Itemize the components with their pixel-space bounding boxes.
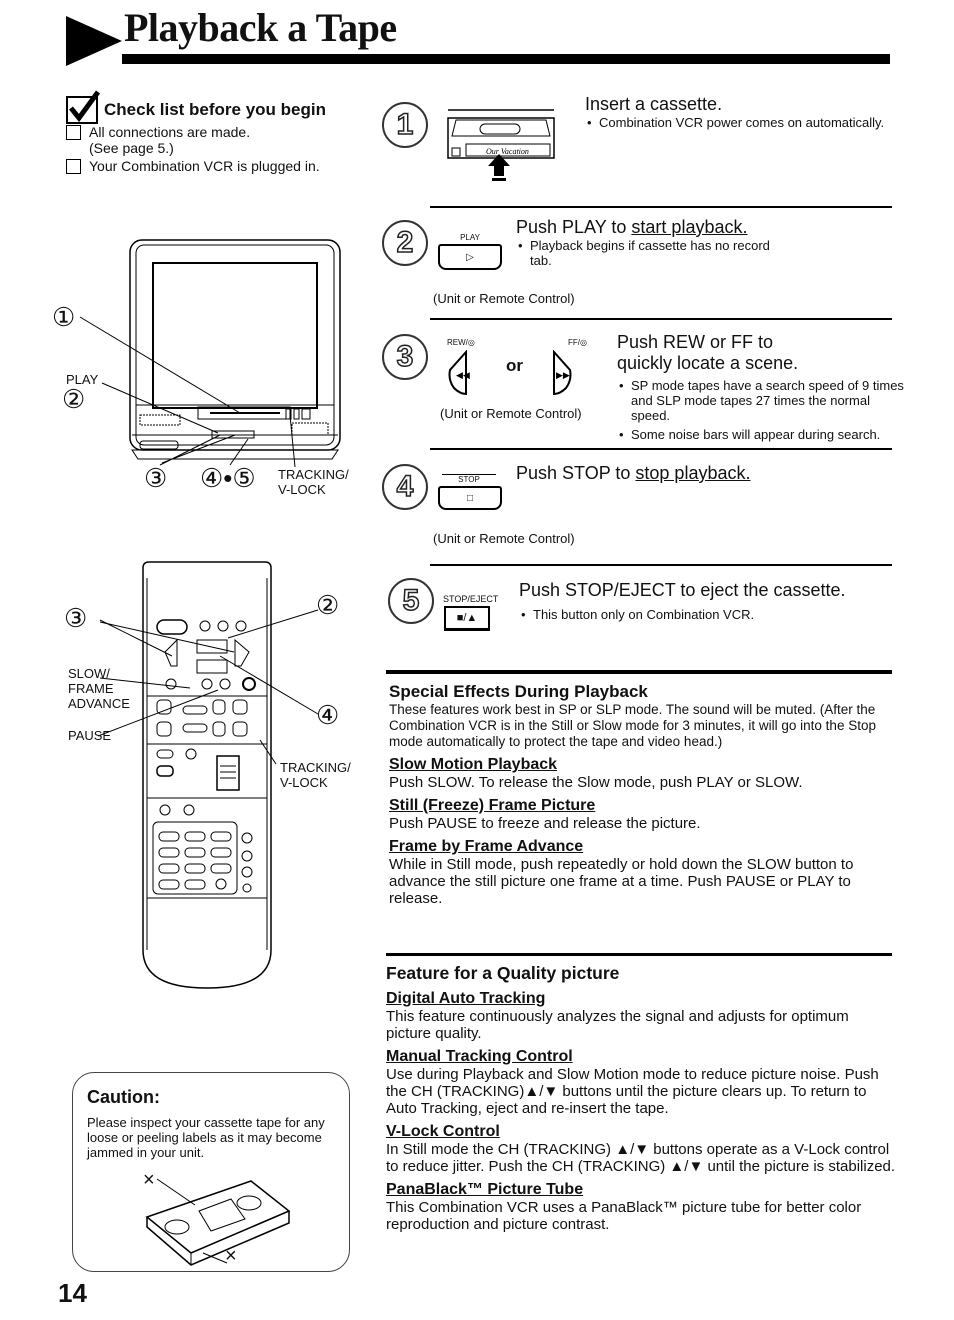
checkbox[interactable]	[66, 125, 81, 140]
divider-thick	[386, 953, 892, 956]
callout-3: ③	[144, 463, 168, 493]
remote-callout-2: ②	[316, 590, 340, 620]
caution-x-mark-icon: ×	[143, 1169, 155, 1191]
callout-2: ②	[62, 384, 86, 414]
checklist: Check list before you begin All connecti…	[66, 90, 356, 174]
caution-title: Caution:	[87, 1087, 160, 1107]
or-label: or	[506, 356, 523, 375]
step-2-note: (Unit or Remote Control)	[433, 291, 575, 306]
page-title: Playback a Tape	[124, 5, 397, 50]
stop-button-icon: □	[438, 486, 502, 510]
step-4-note: (Unit or Remote Control)	[433, 531, 575, 546]
step-3-note: (Unit or Remote Control)	[440, 406, 582, 421]
divider	[430, 206, 892, 208]
special-effects-section: Special Effects During Playback These fe…	[389, 682, 876, 907]
checkbox[interactable]	[66, 159, 81, 174]
remote-callout-3: ③	[64, 603, 88, 633]
checklist-item: Your Combination VCR is plugged in.	[66, 158, 356, 174]
caution-text: Please inspect your cassette tape for an…	[87, 1115, 325, 1160]
step-5-text: Push STOP/EJECT to eject the cassette. T…	[519, 580, 899, 622]
callout-1: ①	[52, 302, 76, 332]
divider	[430, 564, 892, 566]
step-2-number: 2	[382, 220, 428, 266]
rew-button-label: REW/◎	[447, 338, 475, 347]
remote-callout-4: ④	[316, 700, 340, 730]
step-5-number: 5	[388, 578, 434, 624]
checklist-title: Check list before you begin	[104, 100, 326, 119]
title-arrow-icon	[66, 16, 122, 66]
quality-section: Feature for a Quality picture Digital Au…	[386, 963, 896, 1233]
play-button-icon: ▷	[438, 244, 502, 270]
divider	[430, 448, 892, 450]
divider-thick	[386, 670, 892, 674]
caution-x-mark-icon: ×	[225, 1245, 237, 1267]
cassette-tape-icon	[145, 1178, 291, 1266]
caution-box: Caution: Please inspect your cassette ta…	[72, 1072, 350, 1272]
ff-button-label: FF/◎	[568, 338, 587, 347]
callout-tracking: TRACKING/V-LOCK	[278, 467, 349, 497]
checkmark-icon	[66, 90, 101, 124]
callout-4-5: ④•⑤	[200, 463, 256, 493]
step-2-text: Push PLAY to start playback. Playback be…	[516, 217, 896, 268]
svg-text:Our Vacation: Our Vacation	[486, 147, 529, 156]
title-underline-bar	[122, 54, 890, 64]
step-3-text: Push REW or FF to quickly locate a scene…	[617, 332, 907, 442]
step-4-title: Push STOP to stop playback.	[516, 463, 751, 483]
step-1-number: 1	[382, 102, 428, 148]
stop-eject-button-icon: ■/▲	[444, 606, 490, 631]
step-4-number: 4	[382, 464, 428, 510]
cassette-insert-icon: Our Vacation	[447, 109, 555, 181]
callout-pause: PAUSE	[68, 728, 112, 743]
rew-glyph: ◀◀	[456, 370, 470, 380]
page-number: 14	[58, 1278, 87, 1308]
callout-slow-frame-advance: SLOW/FRAME ADVANCE	[68, 666, 130, 711]
checklist-item: All connections are made. (See page 5.)	[66, 124, 356, 156]
remote-callout-tracking: TRACKING/V-LOCK	[280, 760, 351, 790]
stop-button-label: STOP	[442, 474, 496, 484]
ff-glyph: ▶▶	[556, 370, 570, 380]
play-button-label: PLAY	[460, 233, 480, 242]
stop-eject-button-label: STOP/EJECT	[443, 594, 499, 604]
divider	[430, 318, 892, 320]
step-1-text: Insert a cassette. Combination VCR power…	[585, 94, 905, 130]
step-3-number: 3	[382, 334, 428, 380]
